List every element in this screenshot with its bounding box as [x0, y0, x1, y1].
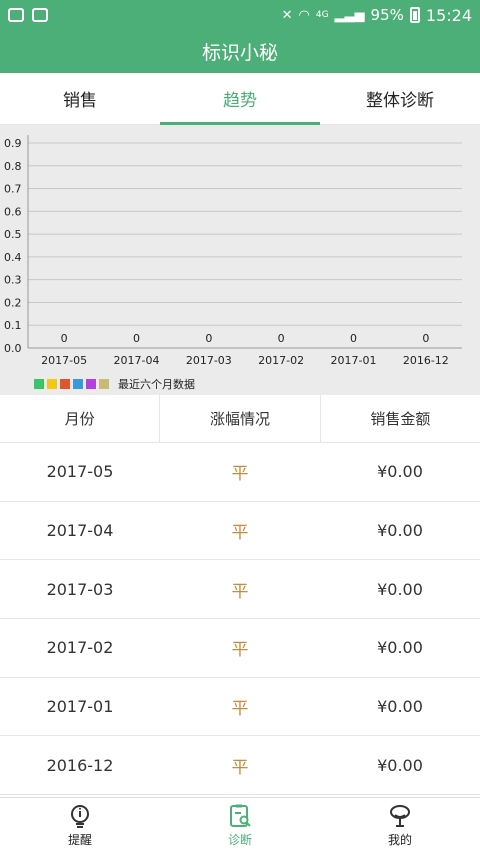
y-tick-label: 0.2	[4, 296, 22, 309]
legend-swatch	[99, 379, 109, 389]
chart-legend: 最近六个月数据	[34, 376, 195, 392]
app-bar: 标识小秘	[0, 30, 480, 73]
header-change: 涨幅情况	[160, 395, 321, 442]
battery-percent: 95%	[370, 6, 404, 24]
header-month: 月份	[0, 395, 161, 442]
chart-svg: 0.0 0.1 0.2 0.3 0.4 0.5 0.6 0.7 0.8 0.9 0 2017-05 0 2…	[4, 135, 462, 367]
chat-icon	[8, 8, 24, 22]
y-tick-label: 0.0	[4, 342, 22, 355]
x-tick-label: 2017-01	[331, 354, 377, 367]
page-title: 标识小秘	[201, 42, 278, 64]
table-row[interactable]: 2017-01 平 ¥0.00	[0, 678, 480, 737]
network-type: 4G	[315, 9, 329, 20]
tab-label: 趋势	[223, 91, 257, 111]
cell-amount: ¥0.00	[377, 462, 423, 482]
clock: 15:24	[425, 5, 472, 25]
tab-label: 销售	[63, 91, 97, 111]
legend-swatch	[60, 379, 70, 389]
cell-amount: ¥0.00	[377, 521, 423, 541]
tab-sales[interactable]: 销售	[0, 73, 160, 124]
cell-month: 2016-12	[46, 755, 114, 775]
legend-label: 最近六个月数据	[118, 378, 195, 391]
cell-amount: ¥0.00	[377, 697, 423, 717]
nav-label: 提醒	[67, 833, 92, 847]
sales-table: 月份 涨幅情况 销售金额 2017-05 平 ¥0.00 2017-04 平 ¥…	[0, 395, 480, 796]
tab-overall-diagnosis[interactable]: 整体诊断	[320, 73, 480, 124]
cell-change: 平	[231, 523, 249, 544]
table-header: 月份 涨幅情况 销售金额	[0, 395, 480, 443]
signal-icon: ▂▃▅	[334, 7, 365, 23]
nav-diagnosis[interactable]: 诊断	[160, 798, 320, 853]
table-row[interactable]: 2017-03 平 ¥0.00	[0, 560, 480, 620]
cell-change: 平	[231, 464, 249, 485]
y-tick-label: 0.9	[4, 137, 22, 150]
data-label: 0	[205, 332, 212, 345]
status-bar: ✕ ◠ 4G ▂▃▅ 95% 15:24	[0, 0, 480, 30]
nav-label: 诊断	[227, 833, 252, 847]
cell-change: 平	[231, 640, 249, 661]
cell-amount: ¥0.00	[377, 638, 423, 658]
table-row[interactable]: 2017-05 平 ¥0.00	[0, 443, 480, 502]
cell-month: 2017-05	[46, 462, 114, 482]
mute-icon: ✕	[281, 7, 293, 23]
x-tick-label: 2017-05	[41, 354, 87, 367]
wifi-icon: ◠	[298, 7, 310, 23]
data-label: 0	[350, 332, 357, 345]
trend-chart: 0.0 0.1 0.2 0.3 0.4 0.5 0.6 0.7 0.8 0.9 0 2017-05 0 2…	[0, 125, 480, 395]
x-tick-label: 2017-04	[114, 354, 160, 367]
cell-month: 2017-04	[46, 521, 114, 541]
tab-bar: 销售 趋势 整体诊断	[0, 73, 480, 125]
cell-change: 平	[231, 699, 249, 720]
cell-amount: ¥0.00	[377, 755, 423, 775]
tab-label: 整体诊断	[366, 91, 434, 111]
cell-change: 平	[231, 757, 249, 778]
x-tick-label: 2016-12	[403, 354, 449, 367]
y-tick-label: 0.1	[4, 319, 22, 332]
y-tick-label: 0.8	[4, 160, 22, 173]
profile-icon	[390, 805, 410, 827]
legend-swatch	[73, 379, 83, 389]
data-label: 0	[278, 332, 285, 345]
table-row[interactable]: 2016-12 平 ¥0.00	[0, 736, 480, 796]
cell-month: 2017-01	[46, 697, 114, 717]
cell-amount: ¥0.00	[377, 579, 423, 599]
diagnosis-clipboard-icon	[230, 804, 251, 827]
data-label: 0	[422, 332, 429, 345]
nav-mine[interactable]: 我的	[320, 798, 480, 853]
battery-icon	[409, 7, 420, 23]
tab-trend[interactable]: 趋势	[160, 73, 320, 125]
cell-change: 平	[231, 581, 249, 602]
y-tick-label: 0.6	[4, 205, 22, 218]
legend-swatches	[34, 379, 112, 389]
cell-month: 2017-02	[46, 638, 114, 658]
legend-swatch	[34, 379, 44, 389]
y-tick-label: 0.5	[4, 228, 22, 241]
nav-label: 我的	[387, 833, 412, 847]
table-row[interactable]: 2017-02 平 ¥0.00	[0, 619, 480, 678]
legend-swatch	[47, 379, 57, 389]
legend-swatch	[86, 379, 96, 389]
bulb-info-icon	[71, 805, 89, 828]
y-tick-label: 0.7	[4, 183, 22, 196]
y-tick-label: 0.4	[4, 251, 22, 264]
header-amount: 销售金额	[370, 410, 431, 428]
nav-reminder[interactable]: 提醒	[0, 798, 160, 853]
data-label: 0	[133, 332, 140, 345]
bottom-nav: 提醒 诊断 我的	[0, 797, 480, 853]
x-tick-label: 2017-02	[258, 354, 304, 367]
data-label: 0	[61, 332, 68, 345]
table-row[interactable]: 2017-04 平 ¥0.00	[0, 502, 480, 561]
image-icon	[32, 8, 48, 22]
x-tick-label: 2017-03	[186, 354, 232, 367]
y-tick-label: 0.3	[4, 274, 22, 287]
cell-month: 2017-03	[46, 579, 114, 599]
